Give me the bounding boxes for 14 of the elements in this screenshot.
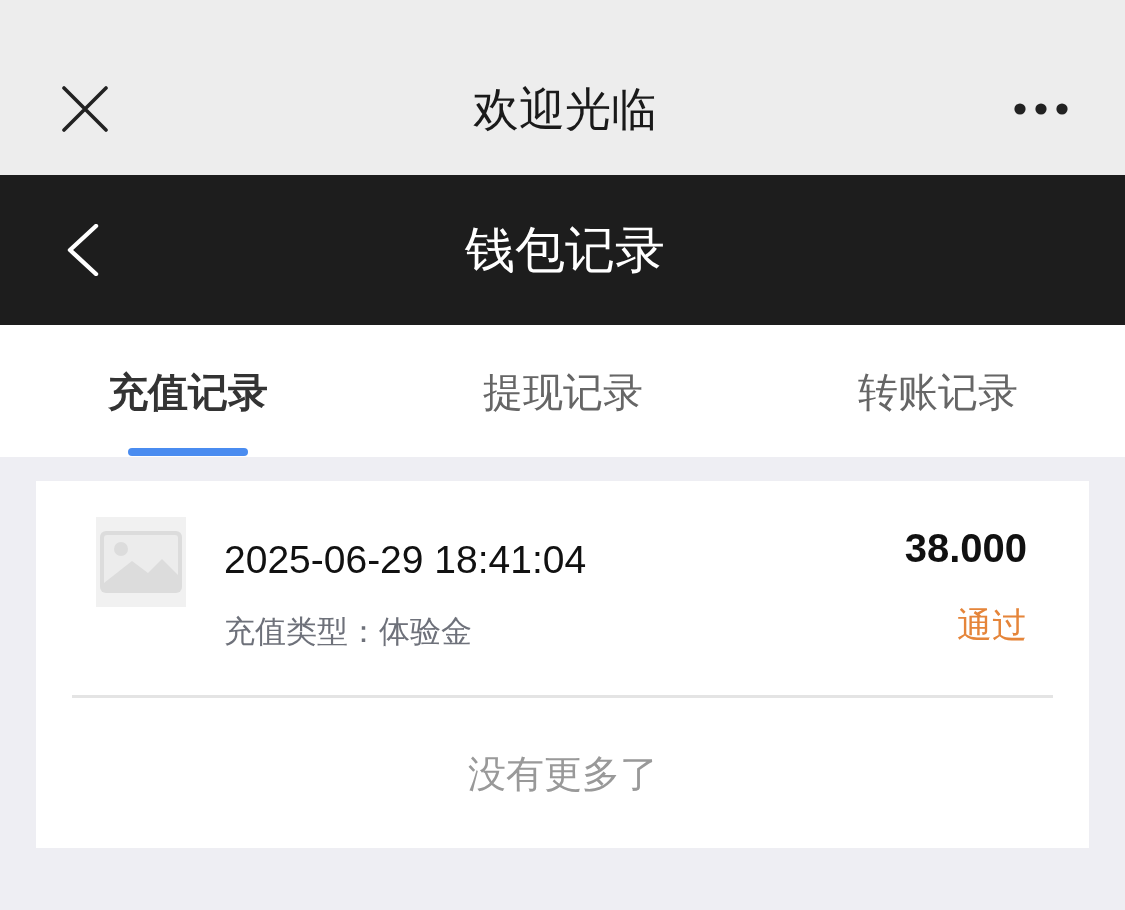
more-icon[interactable] xyxy=(1014,102,1068,115)
record-type: 充值类型：体验金 xyxy=(224,613,473,651)
tab[interactable]: 转账记录 xyxy=(750,325,1125,457)
window-title: 欢迎光临 xyxy=(473,81,657,137)
tab[interactable]: 充值记录 xyxy=(0,325,375,457)
page-title: 钱包记录 xyxy=(465,221,665,280)
close-icon[interactable] xyxy=(62,85,108,132)
end-note: 没有更多了 xyxy=(467,752,658,797)
record-status: 通过 xyxy=(957,604,1027,646)
record-time: 2025-06-29 18:41:04 xyxy=(224,537,588,583)
tab[interactable]: 提现记录 xyxy=(375,325,750,457)
back-icon[interactable] xyxy=(67,224,99,276)
image-placeholder-icon xyxy=(96,517,186,607)
record-amount: 38.000 xyxy=(904,525,1027,572)
